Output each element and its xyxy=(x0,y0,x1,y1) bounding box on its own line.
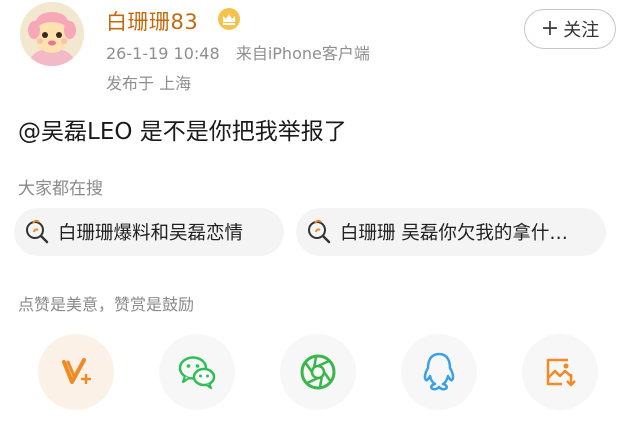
trending-chip[interactable]: 白珊珊 吴磊你欠我的拿什… xyxy=(296,208,606,256)
follow-button[interactable]: + 关注 xyxy=(524,9,616,49)
qq-icon xyxy=(423,352,455,391)
reward-hint: 点赞是美意，赞赏是鼓励 xyxy=(18,295,195,314)
share-moments-button[interactable] xyxy=(280,334,356,410)
v-plus-icon xyxy=(62,358,91,384)
share-wechat-button[interactable] xyxy=(159,334,235,410)
share-qq-button[interactable] xyxy=(401,334,477,410)
post-source: 来自iPhone客户端 xyxy=(235,44,370,63)
trending-title: 大家都在搜 xyxy=(18,179,103,199)
trending-chip-label: 白珊珊 吴磊你欠我的拿什… xyxy=(340,223,568,244)
post-location: 发布于 上海 xyxy=(106,74,192,93)
post-text: @吴磊LEO 是不是你把我举报了 xyxy=(18,112,347,146)
hot-search-icon xyxy=(26,219,49,244)
plus-icon: + xyxy=(540,16,560,41)
post-meta: 26-1-19 10:48 来自iPhone客户端 xyxy=(106,40,370,64)
avatar[interactable] xyxy=(20,2,84,66)
share-v-plus-button[interactable] xyxy=(38,334,114,410)
save-image-icon xyxy=(546,358,576,387)
hot-search-icon xyxy=(308,219,331,244)
mention-link[interactable]: @吴磊LEO xyxy=(18,119,132,145)
post-date: 26-1-19 10:48 xyxy=(106,44,220,63)
username[interactable]: 白珊珊83 xyxy=(106,6,198,36)
wechat-icon xyxy=(178,356,216,390)
follow-label: 关注 xyxy=(563,20,600,41)
trending-chip[interactable]: 白珊珊爆料和吴磊恋情 xyxy=(14,208,284,256)
moments-icon xyxy=(300,354,336,390)
post-body: 是不是你把我举报了 xyxy=(132,119,347,145)
save-image-button[interactable] xyxy=(522,334,598,410)
trending-chip-label: 白珊珊爆料和吴磊恋情 xyxy=(58,223,244,244)
crown-badge-icon xyxy=(217,7,241,31)
